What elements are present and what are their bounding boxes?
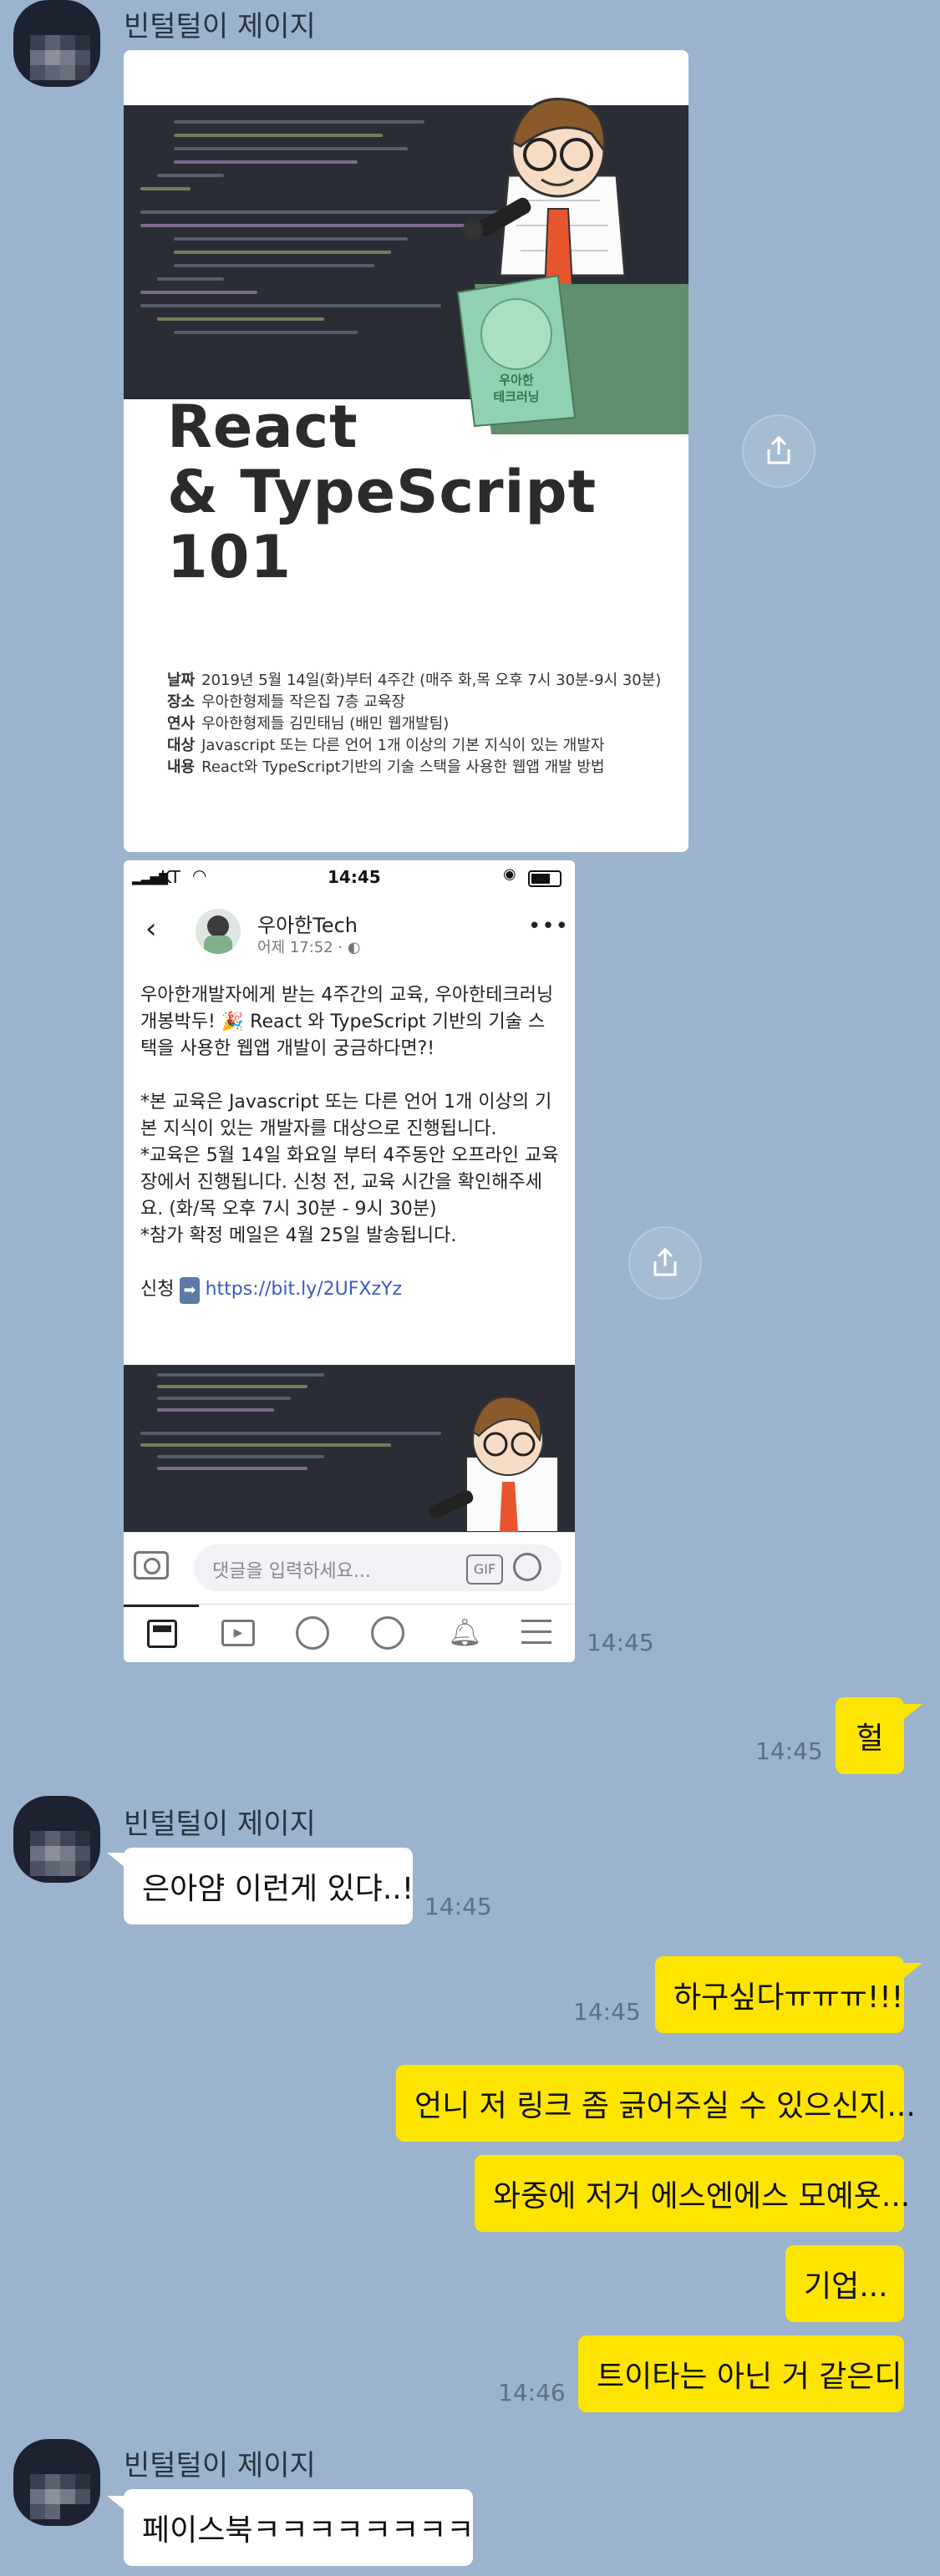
sender-avatar[interactable] xyxy=(13,0,100,87)
facebook-screenshot[interactable]: ▂▃▅▇ KT ◠ 14:45 ◉ ‹ 우아한Tech 어제 17:52 · ◐… xyxy=(124,860,575,1662)
poster-title: React & TypeScript 101 xyxy=(167,393,597,591)
globe-icon: ◐ xyxy=(347,939,361,956)
share-icon xyxy=(767,435,790,464)
news-feed-icon[interactable] xyxy=(147,1620,177,1648)
page-avatar[interactable] xyxy=(196,909,241,954)
sender-name: 빈털털이 제이지 xyxy=(124,1808,316,1841)
comment-bar: 댓글을 입력하세요... GIF xyxy=(124,1532,575,1605)
emoji-icon[interactable] xyxy=(513,1553,541,1581)
message-time: 14:46 xyxy=(498,2379,566,2406)
incoming-message[interactable]: 은아얌 이런게 있댜..! xyxy=(124,1848,414,1924)
share-button[interactable] xyxy=(742,414,816,488)
sender-avatar[interactable] xyxy=(13,1796,100,1883)
post-body: 우아한개발자에게 받는 4주간의 교육, 우아한테크러닝 개봉박두! 🎉 Rea… xyxy=(140,982,567,1304)
bottom-nav: ▶ 🔔︎ xyxy=(124,1604,575,1662)
info-row-date: 날짜 2019년 5월 14일(화)부터 4주간 (매주 화,목 오후 7시 30… xyxy=(167,672,662,689)
notifications-icon[interactable]: 🔔︎ xyxy=(448,1616,482,1648)
incoming-message[interactable]: 페이스북ㅋㅋㅋㅋㅋㅋㅋㅋ xyxy=(124,2489,474,2566)
preview-illustration xyxy=(429,1396,559,1532)
menu-icon[interactable] xyxy=(521,1620,551,1645)
carrier: KT xyxy=(160,867,180,887)
post-time: 어제 17:52 · ◐ xyxy=(257,939,361,956)
lock-icon: ◉ xyxy=(503,865,516,883)
message-time: 14:45 xyxy=(424,1893,492,1920)
groups-icon[interactable] xyxy=(371,1616,404,1650)
share-icon xyxy=(653,1247,677,1276)
sender-name: 빈털털이 제이지 xyxy=(124,10,316,43)
status-bar: ▂▃▅▇ KT ◠ 14:45 ◉ xyxy=(124,860,575,894)
apply-link[interactable]: https://bit.ly/2UFXzYz xyxy=(206,1279,402,1300)
outgoing-message[interactable]: 언니 저 링크 좀 긁어주실 수 있으신지... xyxy=(396,2065,916,2142)
message-time: 14:45 xyxy=(573,1998,641,2026)
camera-icon[interactable] xyxy=(134,1551,169,1580)
page-name[interactable]: 우아한Tech xyxy=(257,909,358,938)
sender-avatar[interactable] xyxy=(13,2439,100,2526)
outgoing-message[interactable]: 기업... xyxy=(785,2245,904,2322)
sender-name: 빈털털이 제이지 xyxy=(124,2449,316,2482)
outgoing-message[interactable]: 헐 xyxy=(836,1697,904,1774)
back-icon[interactable]: ‹ xyxy=(145,912,157,946)
share-button[interactable] xyxy=(628,1226,702,1300)
profile-icon[interactable] xyxy=(296,1616,329,1650)
post-image-preview xyxy=(124,1365,575,1532)
info-row-speaker: 연사 우아한형제들 김민태님 (배민 웹개발팀) xyxy=(167,715,450,733)
comment-input[interactable]: 댓글을 입력하세요... GIF xyxy=(194,1544,561,1591)
more-options-icon[interactable]: ••• xyxy=(528,914,569,939)
info-row-target: 대상 Javascript 또는 다른 언어 1개 이상의 기본 지식이 있는 개… xyxy=(167,737,605,754)
battery-icon xyxy=(528,870,561,887)
message-time: 14:45 xyxy=(587,1629,654,1656)
outgoing-message[interactable]: 와중에 저거 에스엔에스 모예욧... xyxy=(475,2155,910,2232)
watch-icon[interactable]: ▶ xyxy=(221,1620,255,1646)
arrow-icon: ➡ xyxy=(180,1277,200,1304)
apply-row: 신청 ➡ https://bit.ly/2UFXzYz xyxy=(140,1276,567,1304)
gif-button[interactable]: GIF xyxy=(466,1554,503,1585)
poster-info: 날짜 2019년 5월 14일(화)부터 4주간 (매주 화,목 오후 7시 30… xyxy=(167,670,661,778)
info-row-place: 장소 우아한형제들 작은집 7층 교육장 xyxy=(167,693,406,711)
outgoing-message[interactable]: 하구싶다ㅠㅠㅠ!!! xyxy=(655,1956,904,2033)
poster-image[interactable]: 우아한 테크러닝 React & TypeScript 101 날짜 2019년 … xyxy=(124,50,688,852)
message-time: 14:45 xyxy=(755,1737,823,1765)
outgoing-message[interactable]: 트이타는 아닌 거 같은디 xyxy=(578,2335,904,2412)
wifi-icon: ◠ xyxy=(192,865,207,885)
info-row-content: 내용 React와 TypeScript기반의 기술 스택을 사용한 웹앱 개발 … xyxy=(167,758,605,776)
status-clock: 14:45 xyxy=(328,867,381,887)
